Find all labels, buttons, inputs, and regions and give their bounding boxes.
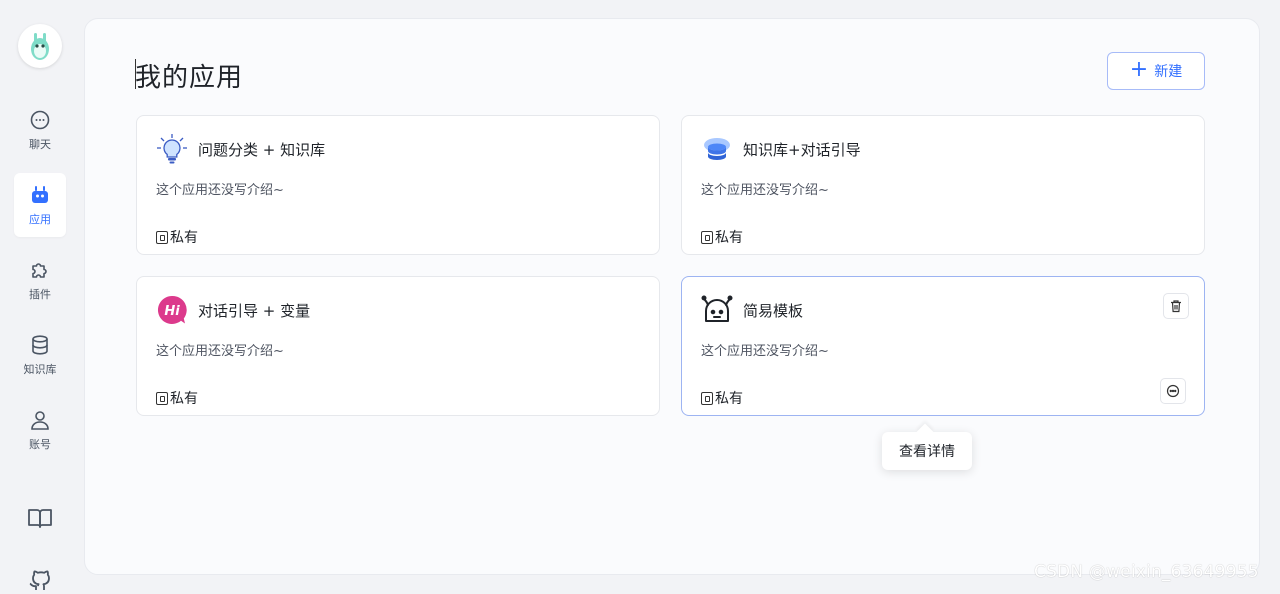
sidebar-item-label: 账号 bbox=[29, 438, 51, 451]
permission-label: 私有 bbox=[715, 230, 743, 246]
app-name: 简易模板 bbox=[743, 302, 804, 320]
app-description: 这个应用还没写介绍~ bbox=[701, 183, 829, 198]
database-icon bbox=[32, 335, 48, 355]
app-permission: 私有 bbox=[701, 227, 743, 247]
app-card[interactable]: 问题分类 + 知识库 这个应用还没写介绍~ 私有 bbox=[136, 115, 660, 255]
new-app-button[interactable]: + 新建 bbox=[1107, 52, 1205, 90]
sidebar-item-plugins[interactable]: 插件 bbox=[14, 248, 66, 312]
app-description: 这个应用还没写介绍~ bbox=[156, 183, 284, 198]
app-card[interactable]: Hi 对话引导 + 变量 这个应用还没写介绍~ 私有 bbox=[136, 276, 660, 416]
tooltip-view-details: 查看详情 bbox=[882, 432, 972, 470]
permission-label: 私有 bbox=[170, 391, 198, 407]
robot-avatar-icon bbox=[31, 33, 49, 60]
sidebar-item-knowledge[interactable]: 知识库 bbox=[14, 323, 66, 387]
lightbulb-icon bbox=[157, 134, 187, 164]
app-card[interactable]: 简易模板 这个应用还没写介绍~ 私有 bbox=[681, 276, 1205, 416]
chat-icon bbox=[1166, 384, 1180, 398]
app-card[interactable]: 知识库+对话引导 这个应用还没写介绍~ 私有 bbox=[681, 115, 1205, 255]
main-panel: 我的应用 + 新建 问题分类 + 知识库 这个应用还没写介绍~ 私有 知识库+对… bbox=[84, 18, 1260, 575]
robot-face-icon bbox=[701, 295, 733, 322]
plus-icon: + bbox=[1129, 57, 1149, 82]
trash-icon bbox=[1171, 300, 1181, 313]
sidebar-item-apps[interactable]: 应用 bbox=[14, 173, 66, 237]
permission-label: 私有 bbox=[715, 391, 743, 407]
lock-icon bbox=[701, 230, 713, 244]
app-permission: 私有 bbox=[156, 227, 198, 247]
robot-icon bbox=[32, 186, 48, 203]
sidebar-item-account[interactable]: 账号 bbox=[14, 398, 66, 462]
app-description: 这个应用还没写介绍~ bbox=[156, 344, 284, 359]
hi-bubble-icon: Hi bbox=[157, 295, 187, 324]
delete-button[interactable] bbox=[1163, 293, 1189, 319]
app-logo[interactable] bbox=[18, 24, 62, 68]
app-name: 对话引导 + 变量 bbox=[198, 302, 311, 320]
sidebar-item-label: 应用 bbox=[29, 213, 51, 226]
page-title: 我的应用 bbox=[135, 57, 243, 94]
app-permission: 私有 bbox=[701, 388, 743, 408]
app-permission: 私有 bbox=[156, 388, 198, 408]
database-stack-icon bbox=[704, 138, 730, 160]
permission-label: 私有 bbox=[170, 230, 198, 246]
puzzle-icon bbox=[32, 263, 47, 278]
sidebar-item-chat[interactable]: 聊天 bbox=[14, 98, 66, 162]
user-icon bbox=[31, 411, 49, 430]
svg-text:Hi: Hi bbox=[164, 304, 180, 319]
chat-button[interactable] bbox=[1160, 378, 1186, 404]
lock-icon bbox=[701, 391, 713, 405]
sidebar-item-label: 知识库 bbox=[23, 363, 57, 376]
github-icon[interactable] bbox=[26, 566, 54, 594]
app-description: 这个应用还没写介绍~ bbox=[701, 344, 829, 359]
sidebar-item-label: 插件 bbox=[29, 288, 51, 301]
lock-icon bbox=[156, 391, 168, 405]
app-name: 知识库+对话引导 bbox=[743, 141, 861, 159]
book-icon[interactable] bbox=[26, 504, 54, 532]
watermark: CSDN @weixin_63649955 bbox=[1034, 562, 1259, 582]
sidebar-item-label: 聊天 bbox=[29, 138, 51, 151]
new-app-button-label: 新建 bbox=[1154, 64, 1183, 80]
lock-icon bbox=[156, 230, 168, 244]
chat-icon bbox=[30, 110, 50, 130]
app-name: 问题分类 + 知识库 bbox=[198, 141, 326, 159]
sidebar: 聊天 应用 插件 知识库 账号 bbox=[0, 0, 80, 592]
